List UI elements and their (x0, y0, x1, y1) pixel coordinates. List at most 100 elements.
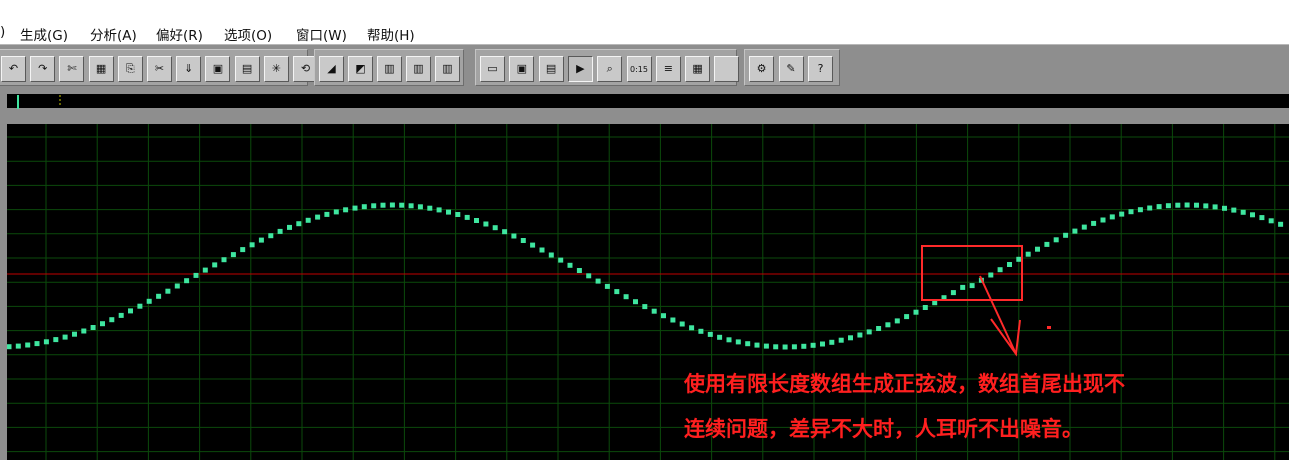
annotation-dot (1047, 326, 1051, 329)
waveform-sample (492, 225, 498, 231)
waveform-sample (287, 224, 292, 230)
scissors-wave-button[interactable]: ✄ (59, 56, 85, 82)
envelope-button[interactable]: ◢ (319, 56, 344, 82)
mark-icon: ◩ (355, 62, 366, 75)
menu-item-edit-fragment[interactable]: ) (0, 24, 5, 40)
help-button[interactable]: ? (808, 56, 833, 82)
waveform-sample (1203, 203, 1209, 209)
waveform-sample (296, 221, 302, 227)
menu-item-options[interactable]: 选项(O) (224, 24, 272, 44)
waveform-sample (417, 204, 423, 210)
waveform-sample (1222, 205, 1227, 211)
waveform-sample (1044, 241, 1050, 247)
waveform-sample (1240, 209, 1246, 215)
waveform-sample (548, 252, 554, 258)
waveform-sample (988, 272, 994, 278)
waveform-sample (651, 308, 657, 314)
multi-track-2-button[interactable]: ▥ (406, 56, 431, 82)
menu-item-favorites[interactable]: 偏好(R) (156, 24, 203, 44)
copy-button[interactable]: ⎘ (117, 56, 143, 82)
mark-button[interactable]: ◩ (348, 56, 373, 82)
info-icon: ≡ (663, 62, 673, 75)
menu-item-generate[interactable]: 生成(G) (20, 24, 68, 44)
waveform-sample (128, 308, 133, 314)
waveform-sample (735, 339, 741, 345)
menu-item-help[interactable]: 帮助(H) (367, 24, 415, 44)
time-display-button[interactable]: 0:15 (626, 56, 652, 82)
waveform-sample (745, 341, 751, 347)
grid-select-button[interactable]: ▦ (88, 56, 114, 82)
waveform-sample (904, 314, 910, 320)
waveform-sample (829, 339, 835, 345)
waveform-sample (950, 290, 956, 296)
mix-paste-button[interactable]: ▣ (205, 56, 231, 82)
redo-button[interactable]: ↷ (30, 56, 56, 82)
zoom-icon: ⌕ (606, 62, 613, 75)
waveform-sample (1212, 204, 1218, 210)
script-button[interactable]: ✎ (778, 56, 804, 82)
overview-bar[interactable] (7, 94, 1289, 109)
info-button[interactable]: ≡ (655, 56, 681, 82)
play-button[interactable]: ▶ (567, 56, 593, 82)
settings-button[interactable]: ⚙ (749, 56, 774, 82)
waveform-sample (315, 214, 321, 220)
waveform-sample (483, 221, 489, 227)
waveform-sample (464, 214, 470, 220)
loop-icon: ⟲ (300, 62, 311, 75)
waveform-sample (913, 309, 919, 315)
zoom-button[interactable]: ⌕ (597, 56, 623, 82)
waveform-sample (408, 203, 414, 209)
toolbar-group-misc: ⚙ ✎? (744, 49, 840, 86)
waveform-sample (960, 284, 966, 290)
paste-button[interactable]: ⇓ (176, 56, 202, 82)
waveform-sample (670, 317, 676, 323)
waveform-sample (997, 267, 1003, 273)
undo-button[interactable]: ↶ (1, 56, 26, 82)
paste-new-button[interactable]: ▤ (234, 56, 260, 82)
waveform-view-button[interactable]: ▭ (480, 56, 505, 82)
waveform-sample (1109, 214, 1115, 220)
waveform-sample (90, 325, 96, 330)
waveform-sample (146, 298, 152, 304)
waveform-sample (661, 313, 666, 319)
arrow-shaft (979, 275, 1017, 355)
copy-icon: ⎘ (125, 62, 135, 75)
waveform-sample (763, 343, 769, 349)
waveform-sample (969, 283, 975, 289)
waveform-sample (193, 272, 199, 278)
waveform-sample (1081, 224, 1087, 230)
discontinuity-highlight-box (921, 245, 1023, 301)
waveform-sample (922, 305, 928, 310)
waveform-sample (165, 288, 171, 294)
waveform-sample (1231, 207, 1237, 213)
cue-list-button[interactable]: ▤ (538, 56, 564, 82)
waveform-sample (726, 337, 732, 343)
waveform-sample (623, 294, 629, 300)
waveform-sample (642, 304, 648, 310)
waveform-sample (530, 242, 536, 248)
multi-track-1-button[interactable]: ▥ (377, 56, 402, 82)
blank-button[interactable] (714, 56, 740, 82)
multi-track-3-icon: ▥ (442, 62, 453, 75)
overview-svg (17, 95, 61, 109)
spectral-view-button[interactable]: ▣ (509, 56, 535, 82)
color-bars-button[interactable]: ▦ (685, 56, 711, 82)
annotation-line-1: 使用有限长度数组生成正弦波，数组首尾出现不 (684, 372, 1125, 396)
multi-track-3-button[interactable]: ▥ (435, 56, 460, 82)
waveform-sample (885, 322, 891, 328)
waveform-sample (567, 262, 573, 268)
mix-paste-icon: ▣ (212, 62, 224, 75)
waveform-sample (820, 341, 825, 347)
waveform-sample (894, 318, 900, 324)
menu-item-analyze[interactable]: 分析(A) (90, 24, 137, 44)
waveform-sample (34, 341, 40, 347)
waveform-sample (1091, 220, 1097, 226)
waveform-sample (1007, 262, 1012, 267)
trim-icon: ✳ (271, 62, 281, 75)
waveform-sample (25, 342, 31, 348)
trim-button[interactable]: ✳ (263, 56, 289, 82)
script-icon: ✎ (786, 62, 796, 75)
menu-item-window[interactable]: 窗口(W) (296, 24, 347, 44)
cut-button[interactable]: ✂ (147, 56, 172, 82)
waveform-sample (1025, 251, 1031, 257)
